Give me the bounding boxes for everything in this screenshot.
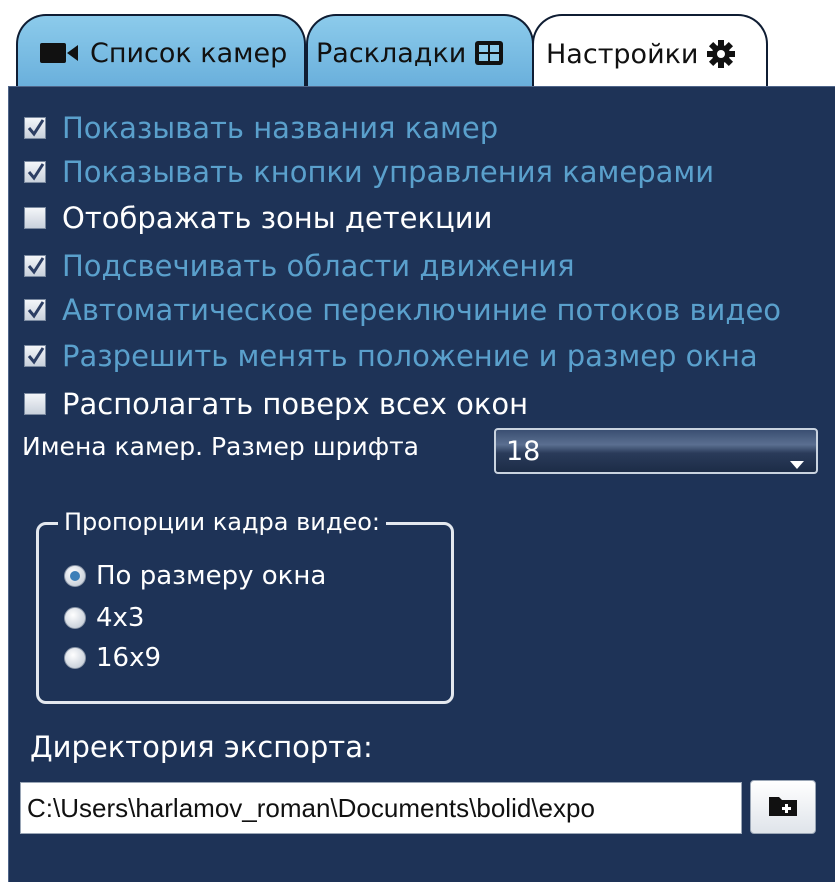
tab-camera-list[interactable]: Список камер <box>16 14 306 90</box>
chevron-down-icon <box>790 446 804 477</box>
checkbox-show-camera-controls[interactable] <box>24 161 46 183</box>
checkbox-show-detection-zones[interactable] <box>24 207 46 229</box>
option-label: Располагать поверх всех окон <box>62 387 529 421</box>
option-label: Показывать кнопки управления камерами <box>62 155 715 189</box>
checkbox-highlight-motion[interactable] <box>24 255 46 277</box>
radio-label: 16x9 <box>96 643 162 673</box>
radio-fit-window[interactable]: По размеру окна <box>64 560 326 592</box>
radio-button-16x9[interactable] <box>64 647 86 669</box>
tab-settings-label: Настройки <box>546 38 699 70</box>
option-label: Показывать названия камер <box>62 111 499 145</box>
font-size-label: Имена камер. Размер шрифта <box>22 432 419 461</box>
option-label: Автоматическое переключиние потоков виде… <box>62 293 782 327</box>
checkbox-show-camera-names[interactable] <box>24 117 46 139</box>
font-size-select[interactable]: 18 <box>494 428 818 474</box>
checkbox-auto-stream-switch[interactable] <box>24 299 46 321</box>
font-size-value: 18 <box>506 435 541 467</box>
option-always-on-top[interactable]: Располагать поверх всех окон <box>24 386 528 422</box>
radio-button-4x3[interactable] <box>64 607 86 629</box>
option-label: Разрешить менять положение и размер окна <box>62 339 758 373</box>
option-show-camera-names[interactable]: Показывать названия камер <box>24 110 498 146</box>
option-label: Подсвечивать области движения <box>62 249 575 283</box>
aspect-ratio-title: Пропорции кадра видео: <box>58 508 386 536</box>
option-highlight-motion[interactable]: Подсвечивать области движения <box>24 248 575 284</box>
option-label: Отображать зоны детекции <box>62 201 493 235</box>
option-allow-window-resize[interactable]: Разрешить менять положение и размер окна <box>24 338 758 374</box>
grid-layout-icon <box>474 40 504 66</box>
tab-layouts[interactable]: Раскладки <box>306 14 534 90</box>
checkbox-allow-window-resize[interactable] <box>24 345 46 367</box>
export-directory-label: Директория экспорта: <box>30 730 373 764</box>
radio-4x3[interactable]: 4x3 <box>64 602 144 634</box>
export-directory-input[interactable] <box>20 782 742 834</box>
tab-camera-list-label: Список камер <box>90 37 288 69</box>
radio-label: 4x3 <box>96 603 145 633</box>
tab-layouts-label: Раскладки <box>316 37 467 69</box>
radio-16x9[interactable]: 16x9 <box>64 642 161 674</box>
option-show-camera-controls[interactable]: Показывать кнопки управления камерами <box>24 154 714 190</box>
option-show-detection-zones[interactable]: Отображать зоны детекции <box>24 200 492 236</box>
checkbox-always-on-top[interactable] <box>24 393 46 415</box>
radio-button-fit-window[interactable] <box>64 565 86 587</box>
folder-add-icon <box>768 793 798 821</box>
radio-label: По размеру окна <box>96 561 327 591</box>
gear-icon <box>706 39 736 69</box>
option-auto-stream-switch[interactable]: Автоматическое переключиние потоков виде… <box>24 292 781 328</box>
tab-settings[interactable]: Настройки <box>532 14 768 92</box>
video-camera-icon <box>40 41 80 65</box>
browse-folder-button[interactable] <box>750 780 816 834</box>
